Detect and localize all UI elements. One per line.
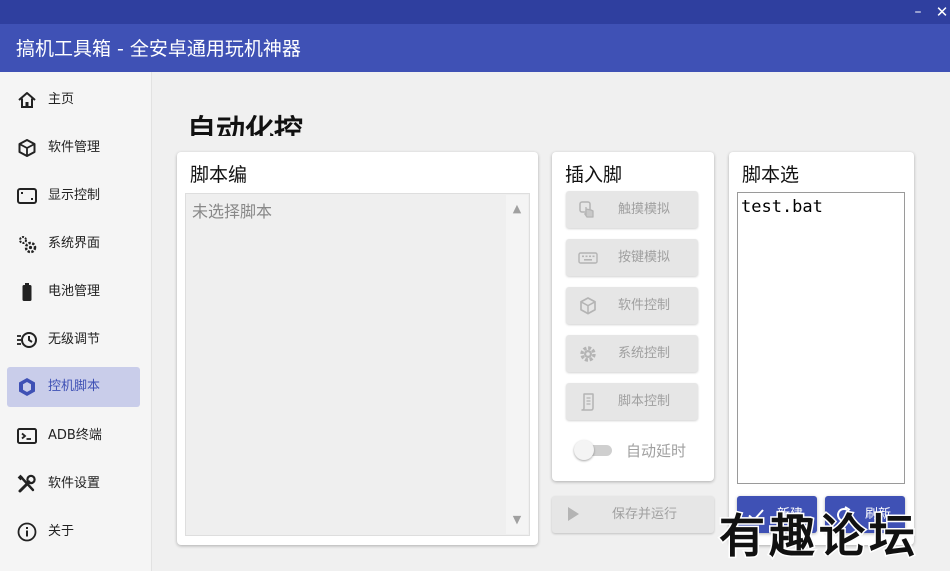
page-title: 自动化控 — [187, 113, 304, 136]
button-label: 保存并运行 — [612, 507, 678, 522]
script-icon — [578, 392, 598, 412]
auto-delay-label: 自动延时 — [626, 442, 687, 460]
main-content: 自动化控 脚本编 未选择脚本 ▲ ▼ 插入脚 触摸模拟 按键模拟 软件控制 系统… — [153, 72, 950, 571]
play-icon — [568, 507, 579, 521]
button-label: 脚本控制 — [618, 394, 671, 409]
watermark-text: 有趣论坛 — [719, 509, 919, 563]
keyboard-icon — [578, 248, 598, 268]
touch-simulate-button[interactable]: 触摸模拟 — [566, 191, 698, 228]
minimize-button[interactable]: – — [908, 2, 928, 22]
sidebar-item-label: ADB终端 — [48, 428, 102, 443]
sidebar-item-label: 系统界面 — [48, 236, 101, 251]
close-button[interactable]: ✕ — [932, 2, 950, 22]
sidebar-item-display[interactable]: 显示控制 — [7, 176, 140, 216]
sidebar-item-software[interactable]: 软件管理 — [7, 128, 140, 168]
editor-scrollbar[interactable]: ▲ ▼ — [506, 195, 528, 534]
touch-icon — [578, 200, 598, 220]
list-item[interactable]: test.bat — [741, 196, 823, 218]
app-title: 搞机工具箱 - 全安卓通用玩机神器 — [16, 38, 301, 60]
script-select-card: 脚本选 test.bat 新建 刷新 — [729, 152, 914, 545]
sidebar-item-label: 软件设置 — [48, 476, 101, 491]
forum-watermark: 有趣论坛 — [706, 506, 932, 565]
editor-placeholder: 未选择脚本 — [192, 202, 273, 221]
sidebar: 主页 软件管理 显示控制 系统界面 电池管理 无级调节 控机脚本 ADB终端 软… — [0, 72, 152, 571]
sidebar-item-about[interactable]: 关于 — [7, 512, 140, 552]
speed-clock-icon — [16, 329, 38, 351]
app-header: 搞机工具箱 - 全安卓通用玩机神器 — [0, 24, 950, 72]
battery-icon — [16, 281, 38, 303]
info-icon — [16, 521, 38, 543]
button-label: 系统控制 — [618, 346, 671, 361]
package-icon — [578, 296, 598, 316]
sidebar-item-label: 显示控制 — [48, 188, 101, 203]
display-frame-icon — [16, 185, 38, 207]
sidebar-item-stepless[interactable]: 无级调节 — [7, 320, 140, 360]
insert-title: 插入脚 — [565, 164, 623, 186]
editor-title: 脚本编 — [190, 164, 248, 186]
system-control-button[interactable]: 系统控制 — [566, 335, 698, 372]
auto-delay-toggle[interactable] — [574, 440, 614, 460]
sidebar-item-label: 控机脚本 — [48, 379, 101, 394]
tools-icon — [16, 473, 38, 495]
script-control-button[interactable]: 脚本控制 — [566, 383, 698, 420]
app-control-button[interactable]: 软件控制 — [566, 287, 698, 324]
terminal-icon — [16, 425, 38, 447]
selector-title: 脚本选 — [742, 164, 800, 186]
button-label: 按键模拟 — [618, 250, 671, 265]
button-label: 软件控制 — [618, 298, 671, 313]
window-top-strip: – ✕ — [0, 0, 950, 24]
sidebar-item-adb-terminal[interactable]: ADB终端 — [7, 416, 140, 456]
toggle-knob — [574, 440, 594, 460]
script-list[interactable]: test.bat — [737, 192, 905, 484]
sidebar-item-control-script[interactable]: 控机脚本 — [7, 367, 140, 407]
scroll-up-arrow-icon[interactable]: ▲ — [506, 199, 528, 219]
gear-icon — [578, 344, 598, 364]
sidebar-item-home[interactable]: 主页 — [7, 80, 140, 120]
save-and-run-button[interactable]: 保存并运行 — [552, 496, 714, 533]
button-label: 触摸模拟 — [618, 202, 671, 217]
key-simulate-button[interactable]: 按键模拟 — [566, 239, 698, 276]
insert-script-card: 插入脚 触摸模拟 按键模拟 软件控制 系统控制 脚本控制 自动延时 — [552, 152, 714, 481]
sidebar-item-label: 无级调节 — [48, 332, 101, 347]
sidebar-item-label: 主页 — [48, 92, 75, 107]
sidebar-item-settings[interactable]: 软件设置 — [7, 464, 140, 504]
home-icon — [16, 89, 38, 111]
script-editor[interactable]: 未选择脚本 ▲ ▼ — [185, 193, 530, 536]
sidebar-item-label: 电池管理 — [48, 284, 101, 299]
script-editor-card: 脚本编 未选择脚本 ▲ ▼ — [177, 152, 538, 545]
scroll-down-arrow-icon[interactable]: ▼ — [506, 510, 528, 530]
sidebar-item-system-ui[interactable]: 系统界面 — [7, 224, 140, 264]
sidebar-item-label: 关于 — [48, 524, 75, 539]
gears-icon — [16, 233, 38, 255]
sidebar-item-battery[interactable]: 电池管理 — [7, 272, 140, 312]
hexagon-icon — [16, 376, 38, 398]
package-icon — [16, 137, 38, 159]
sidebar-item-label: 软件管理 — [48, 140, 101, 155]
